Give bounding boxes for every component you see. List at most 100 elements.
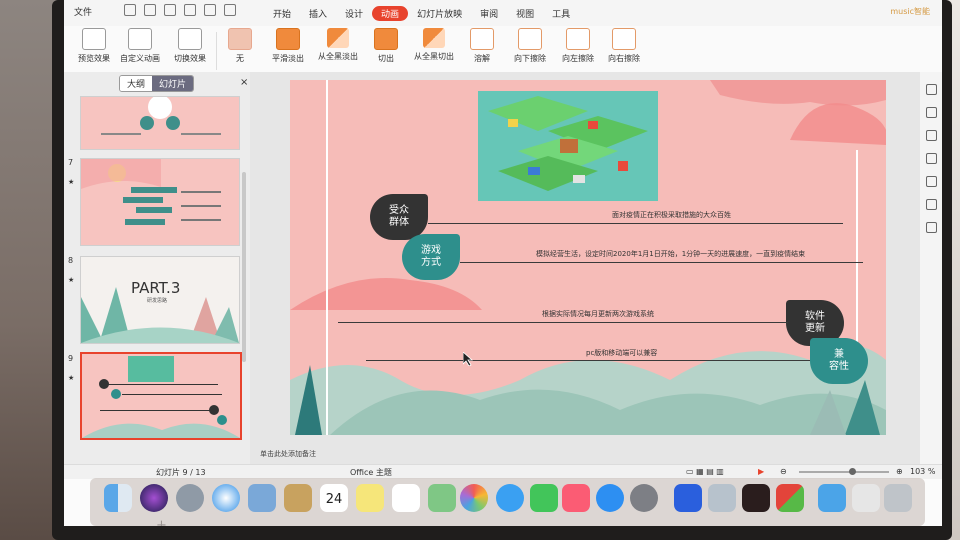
transition-cut-icon	[374, 28, 398, 50]
messages-icon[interactable]	[496, 484, 524, 512]
preview-icon[interactable]	[248, 484, 276, 512]
copy-icon[interactable]	[925, 153, 937, 164]
screen: 文件 开始 插入 设计 动画 幻灯片放映 审阅 视图 工具 music智能 预览…	[64, 0, 942, 526]
siri-icon[interactable]	[140, 484, 168, 512]
custom-animation-button[interactable]: 自定义动画	[114, 28, 166, 64]
tab-insert[interactable]: 插入	[300, 6, 336, 21]
switch-effect-button[interactable]: 切换效果	[164, 28, 216, 64]
system-preferences-icon[interactable]	[630, 484, 658, 512]
star-animation-icon	[128, 28, 152, 50]
app-icon[interactable]	[776, 484, 804, 512]
music-icon[interactable]	[562, 484, 590, 512]
slide-6-preview	[101, 97, 221, 135]
menubar: 文件 开始 插入 设计 动画 幻灯片放映 审阅 视图 工具 music智能	[64, 0, 942, 27]
software-update-text: 根据实际情况每月更新两次游戏系统	[542, 310, 654, 318]
tab-design[interactable]: 设计	[336, 6, 372, 21]
reminders-icon[interactable]	[392, 484, 420, 512]
game-screenshot-image	[478, 91, 658, 201]
slide-thumbnail-7[interactable]	[80, 158, 240, 246]
transition-wipe-left[interactable]: 向左擦除	[552, 28, 604, 64]
maps-icon[interactable]	[428, 484, 456, 512]
stickies-icon[interactable]	[356, 484, 384, 512]
animation-star-icon: ★	[68, 276, 75, 284]
preview-effect-button[interactable]: 预览效果	[68, 28, 120, 64]
tab-view[interactable]: 视图	[507, 6, 543, 21]
divider-line	[460, 262, 863, 263]
transition-cut[interactable]: 切出	[360, 28, 412, 64]
isometric-game-art	[478, 91, 658, 201]
settings-icon[interactable]	[925, 199, 937, 210]
brush-icon[interactable]	[925, 130, 937, 141]
print-icon[interactable]	[184, 4, 196, 16]
normal-view-icon[interactable]: ▭ ▦ ▤ ▥	[686, 467, 724, 476]
animation-icon[interactable]	[925, 176, 937, 187]
panel-scrollbar[interactable]	[242, 172, 246, 362]
transition-fade-from-black[interactable]: 从全黑淡出	[312, 28, 364, 62]
launchpad-icon[interactable]	[176, 484, 204, 512]
slide-thumbnail-8[interactable]: PART.3 研发思路	[80, 256, 240, 344]
photos-icon[interactable]	[460, 484, 488, 512]
transition-none[interactable]: 无	[214, 28, 266, 64]
slide-9-preview	[82, 356, 240, 438]
transition-wipe-right[interactable]: 向右擦除	[598, 28, 650, 64]
zoom-level: 103 %	[910, 467, 936, 476]
layers-icon[interactable]	[925, 84, 937, 95]
slide-canvas: 受众 群体 面对疫情正在积极采取措施的大众百姓 游戏 方式 模拟经营生活，设定时…	[250, 72, 920, 464]
transition-cut-from-black[interactable]: 从全黑切出	[408, 28, 460, 62]
status-bar: 幻灯片 9 / 13 Office 主题 ▭ ▦ ▤ ▥ ▶ ⊖ ⊕ 103 %	[64, 464, 942, 479]
animation-star-icon: ★	[68, 178, 75, 186]
slide-thumbnail-6[interactable]	[80, 96, 240, 150]
current-slide[interactable]: 受众 群体 面对疫情正在积极采取措施的大众百姓 游戏 方式 模拟经营生活，设定时…	[290, 80, 886, 435]
zoom-in-icon[interactable]: ⊕	[896, 467, 903, 476]
facetime-icon[interactable]	[530, 484, 558, 512]
transition-dissolve[interactable]: 溶解	[456, 28, 508, 64]
new-icon[interactable]	[124, 4, 136, 16]
app-store-icon[interactable]	[596, 484, 624, 512]
history-icon[interactable]	[925, 222, 937, 233]
ribbon-tabs: 开始 插入 设计 动画 幻灯片放映 审阅 视图 工具	[264, 6, 579, 21]
play-icon[interactable]: ▶	[758, 467, 764, 476]
transition-smooth-fade[interactable]: 平滑淡出	[262, 28, 314, 64]
undo-icon[interactable]	[204, 4, 216, 16]
slide-7-preview	[81, 159, 221, 225]
folder-icon[interactable]	[818, 484, 846, 512]
slide-number-9: 9	[68, 354, 74, 363]
transition-wipe-down[interactable]: 向下擦除	[504, 28, 556, 64]
flash-icon[interactable]	[742, 484, 770, 512]
mouse-cursor-icon	[463, 352, 473, 366]
zoom-slider[interactable]	[799, 468, 889, 475]
shape-icon[interactable]	[925, 107, 937, 118]
divider-line	[428, 223, 843, 224]
right-toolbar	[920, 72, 942, 464]
calendar-icon[interactable]: 24	[320, 484, 348, 512]
trash-icon[interactable]	[884, 484, 912, 512]
slide-counter: 幻灯片 9 / 13	[156, 468, 206, 477]
transition-none-icon	[228, 28, 252, 50]
slide-thumbnail-9-selected[interactable]	[80, 352, 242, 440]
open-icon[interactable]	[144, 4, 156, 16]
save-icon[interactable]	[164, 4, 176, 16]
finder-icon[interactable]	[104, 484, 132, 512]
wps-icon[interactable]	[674, 484, 702, 512]
zoom-out-icon[interactable]: ⊖	[780, 467, 787, 476]
redo-icon[interactable]	[224, 4, 236, 16]
transition-cut-black-icon	[423, 28, 445, 48]
tab-slides[interactable]: 幻灯片	[152, 76, 194, 91]
notes-app-icon[interactable]	[284, 484, 312, 512]
tab-review[interactable]: 审阅	[471, 6, 507, 21]
close-icon[interactable]: ×	[240, 77, 248, 88]
tab-start[interactable]: 开始	[264, 6, 300, 21]
notes-placeholder[interactable]: 单击此处添加备注	[260, 449, 316, 459]
tab-tools[interactable]: 工具	[543, 6, 579, 21]
tab-outline[interactable]: 大纲	[120, 76, 153, 91]
zoom-slider-thumb[interactable]	[849, 468, 856, 475]
tab-slideshow[interactable]: 幻灯片放映	[408, 6, 471, 21]
compatibility-text: pc版和移动端可以兼容	[586, 349, 658, 357]
tab-animation[interactable]: 动画	[372, 6, 409, 21]
animation-ribbon: 预览效果 自定义动画 切换效果 无 平滑淡出 从全黑淡出 切出 从全黑切出 溶解…	[64, 26, 942, 73]
file-menu[interactable]: 文件	[74, 5, 92, 18]
image-capture-icon[interactable]	[708, 484, 736, 512]
docs-icon[interactable]	[852, 484, 880, 512]
tag-game-mode: 游戏 方式	[402, 234, 460, 280]
safari-icon[interactable]	[212, 484, 240, 512]
